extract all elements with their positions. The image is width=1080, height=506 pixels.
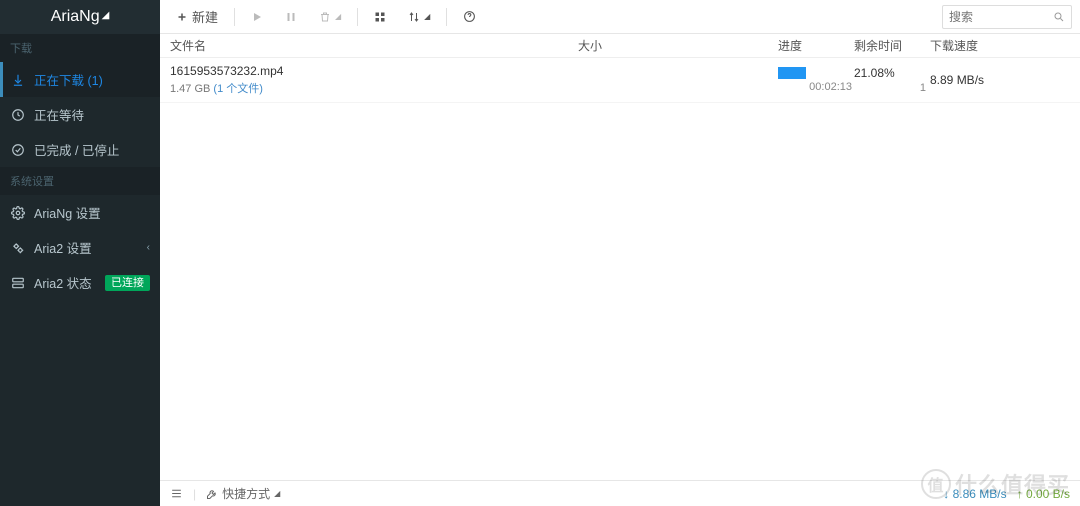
- col-name[interactable]: 文件名: [170, 37, 578, 54]
- caret-icon: ◢: [424, 12, 430, 21]
- sidebar-item-waiting[interactable]: 正在等待: [0, 97, 160, 132]
- sidebar-item-downloading[interactable]: 正在下载 (1): [0, 62, 160, 97]
- pause-icon: [285, 11, 297, 23]
- menu-icon[interactable]: [170, 487, 183, 500]
- gear-icon: [10, 206, 26, 220]
- sort-button[interactable]: ◢: [400, 7, 438, 27]
- sidebar-item-aria2-status[interactable]: Aria2 状态 已连接: [0, 265, 160, 300]
- global-download-speed: ↓ 8.86 MB/s: [943, 487, 1006, 501]
- play-icon: [251, 11, 263, 23]
- new-task-button[interactable]: 新建: [168, 3, 226, 30]
- sidebar-section-download: 下载: [0, 34, 160, 62]
- clock-icon: [10, 108, 26, 122]
- sidebar-item-label: 正在等待: [34, 105, 84, 124]
- col-remaining[interactable]: 剩余时间: [854, 37, 930, 54]
- task-speed: 8.89 MB/s: [930, 73, 1070, 87]
- plus-icon: [176, 11, 188, 23]
- arrow-down-icon: ↓: [943, 487, 949, 501]
- col-speed[interactable]: 下载速度: [930, 37, 1070, 54]
- task-percent: 21.08%: [854, 66, 930, 80]
- new-task-label: 新建: [192, 7, 218, 26]
- download-icon: [10, 73, 26, 87]
- sidebar-section-system: 系统设置: [0, 167, 160, 195]
- sidebar-item-stopped[interactable]: 已完成 / 已停止: [0, 132, 160, 167]
- sidebar-item-label: 已完成 / 已停止: [34, 140, 119, 159]
- task-elapsed: 00:02:13: [778, 81, 854, 93]
- app-brand-text: AriaNg: [51, 8, 100, 25]
- server-icon: [10, 276, 26, 290]
- sort-icon: [408, 11, 420, 23]
- check-icon: [10, 143, 26, 157]
- caret-icon: ◢: [335, 12, 341, 21]
- delete-button[interactable]: ◢: [311, 7, 349, 27]
- chevron-left-icon: ‹: [147, 242, 150, 253]
- wrench-icon: [206, 488, 218, 500]
- app-brand[interactable]: AriaNg◢: [0, 0, 160, 34]
- search-box[interactable]: [942, 5, 1072, 29]
- status-badge: 已连接: [105, 275, 150, 291]
- select-all-button[interactable]: [366, 7, 394, 27]
- task-row[interactable]: 1615953573232.mp4 1.47 GB (1 个文件) 00:02:…: [160, 58, 1080, 103]
- toolbar-separator: [234, 8, 235, 26]
- toolbar-separator: [446, 8, 447, 26]
- help-button[interactable]: [455, 6, 484, 27]
- sidebar-item-label: 正在下载 (1): [34, 70, 103, 89]
- task-filename: 1615953573232.mp4: [170, 64, 578, 78]
- pause-button[interactable]: [277, 7, 305, 27]
- arrow-up-icon: ↑: [1017, 487, 1023, 501]
- toolbar-separator: [357, 8, 358, 26]
- sidebar-item-label: AriaNg 设置: [34, 203, 101, 222]
- search-input[interactable]: [949, 10, 1053, 24]
- footer-separator: |: [193, 487, 196, 501]
- sidebar-item-label: Aria2 设置: [34, 238, 92, 257]
- caret-icon: ◢: [102, 0, 110, 33]
- grid-icon: [374, 11, 386, 23]
- task-file-count[interactable]: (1 个文件): [213, 83, 263, 95]
- sidebar-item-ariang-settings[interactable]: AriaNg 设置: [0, 195, 160, 230]
- col-size[interactable]: 大小: [578, 37, 778, 54]
- trash-icon: [319, 11, 331, 23]
- quick-settings-button[interactable]: 快捷方式 ◢: [206, 485, 280, 502]
- sidebar-item-aria2-settings[interactable]: Aria2 设置 ‹: [0, 230, 160, 265]
- search-icon: [1053, 11, 1065, 23]
- start-button[interactable]: [243, 7, 271, 27]
- help-icon: [463, 10, 476, 23]
- col-progress[interactable]: 进度: [778, 37, 854, 54]
- list-header: 文件名 大小 进度 剩余时间 下载速度: [160, 34, 1080, 58]
- gears-icon: [10, 241, 26, 255]
- task-size-line: 1.47 GB (1 个文件): [170, 80, 578, 96]
- progress-bar: [778, 67, 806, 79]
- quick-settings-label: 快捷方式: [222, 485, 270, 502]
- task-connections: 1: [854, 82, 930, 94]
- global-upload-speed: ↑ 0.00 B/s: [1017, 487, 1070, 501]
- sidebar-item-label: Aria2 状态: [34, 273, 92, 292]
- caret-icon: ◢: [274, 489, 280, 498]
